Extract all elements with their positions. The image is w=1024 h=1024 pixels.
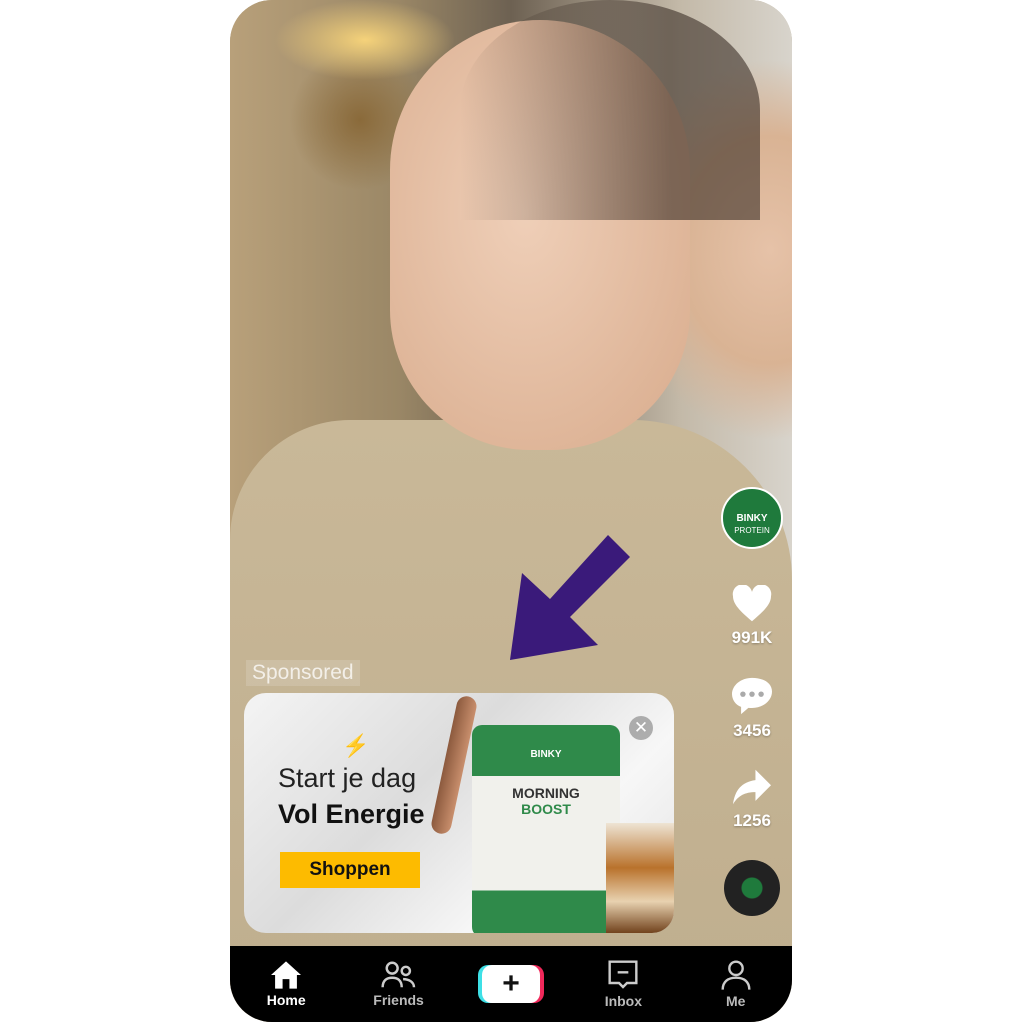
like-button[interactable]: 991K: [712, 584, 792, 648]
avatar-subtext: PROTEIN: [734, 526, 770, 535]
share-count: 1256: [733, 811, 771, 830]
nav-friends[interactable]: Friends: [354, 960, 444, 1008]
ad-card[interactable]: ⚡ Start je dag Vol Energie Shoppen BINKY…: [244, 693, 674, 933]
phone-screen: Sponsored ⚡ Start je dag Vol Energie Sho…: [230, 0, 792, 1022]
home-icon: [271, 961, 302, 989]
close-ad-button[interactable]: ✕: [629, 716, 653, 740]
product-name-2: BOOST: [521, 801, 571, 817]
plus-icon: +: [481, 965, 540, 1003]
lightning-icon: ⚡: [342, 733, 370, 758]
nav-label: Home: [266, 992, 306, 1008]
product-brand: BINKY: [530, 749, 562, 760]
nav-label: Inbox: [604, 993, 643, 1009]
avatar-text: BINKY: [736, 513, 768, 524]
shoppen-button[interactable]: Shoppen: [280, 852, 420, 888]
iced-coffee-image: [606, 823, 674, 933]
share-button[interactable]: 1256: [712, 768, 792, 831]
product-image[interactable]: BINKY MORNING BOOST: [472, 725, 620, 933]
nav-me[interactable]: Me: [691, 959, 781, 1009]
comment-icon: [732, 677, 772, 715]
close-icon: ✕: [633, 718, 649, 737]
ad-headline-1: Start je dag: [278, 763, 417, 793]
sponsored-label: Sponsored: [246, 660, 360, 686]
nav-label: Friends: [373, 992, 424, 1008]
friends-icon: [380, 961, 415, 988]
product-name-1: MORNING: [512, 785, 580, 801]
music-disc-button[interactable]: [724, 860, 780, 916]
comment-count: 3456: [733, 721, 771, 740]
creator-avatar[interactable]: BINKY PROTEIN: [721, 487, 783, 549]
heart-icon: [732, 584, 772, 622]
like-count: 991K: [731, 628, 773, 647]
ad-headline-2: Vol Energie: [278, 799, 425, 829]
profile-icon: [721, 960, 751, 990]
comment-button[interactable]: 3456: [712, 676, 792, 741]
share-icon: [733, 769, 771, 805]
inbox-icon: [608, 960, 638, 989]
nav-inbox[interactable]: Inbox: [578, 959, 668, 1009]
video-person-hair: [460, 0, 760, 220]
arrow-annotation-icon: [510, 535, 630, 660]
nav-label: Me: [726, 993, 746, 1009]
nav-home[interactable]: Home: [241, 960, 331, 1008]
bottom-nav: Home Friends + Inbox Me: [230, 946, 792, 1022]
nav-create[interactable]: +: [466, 965, 556, 1003]
